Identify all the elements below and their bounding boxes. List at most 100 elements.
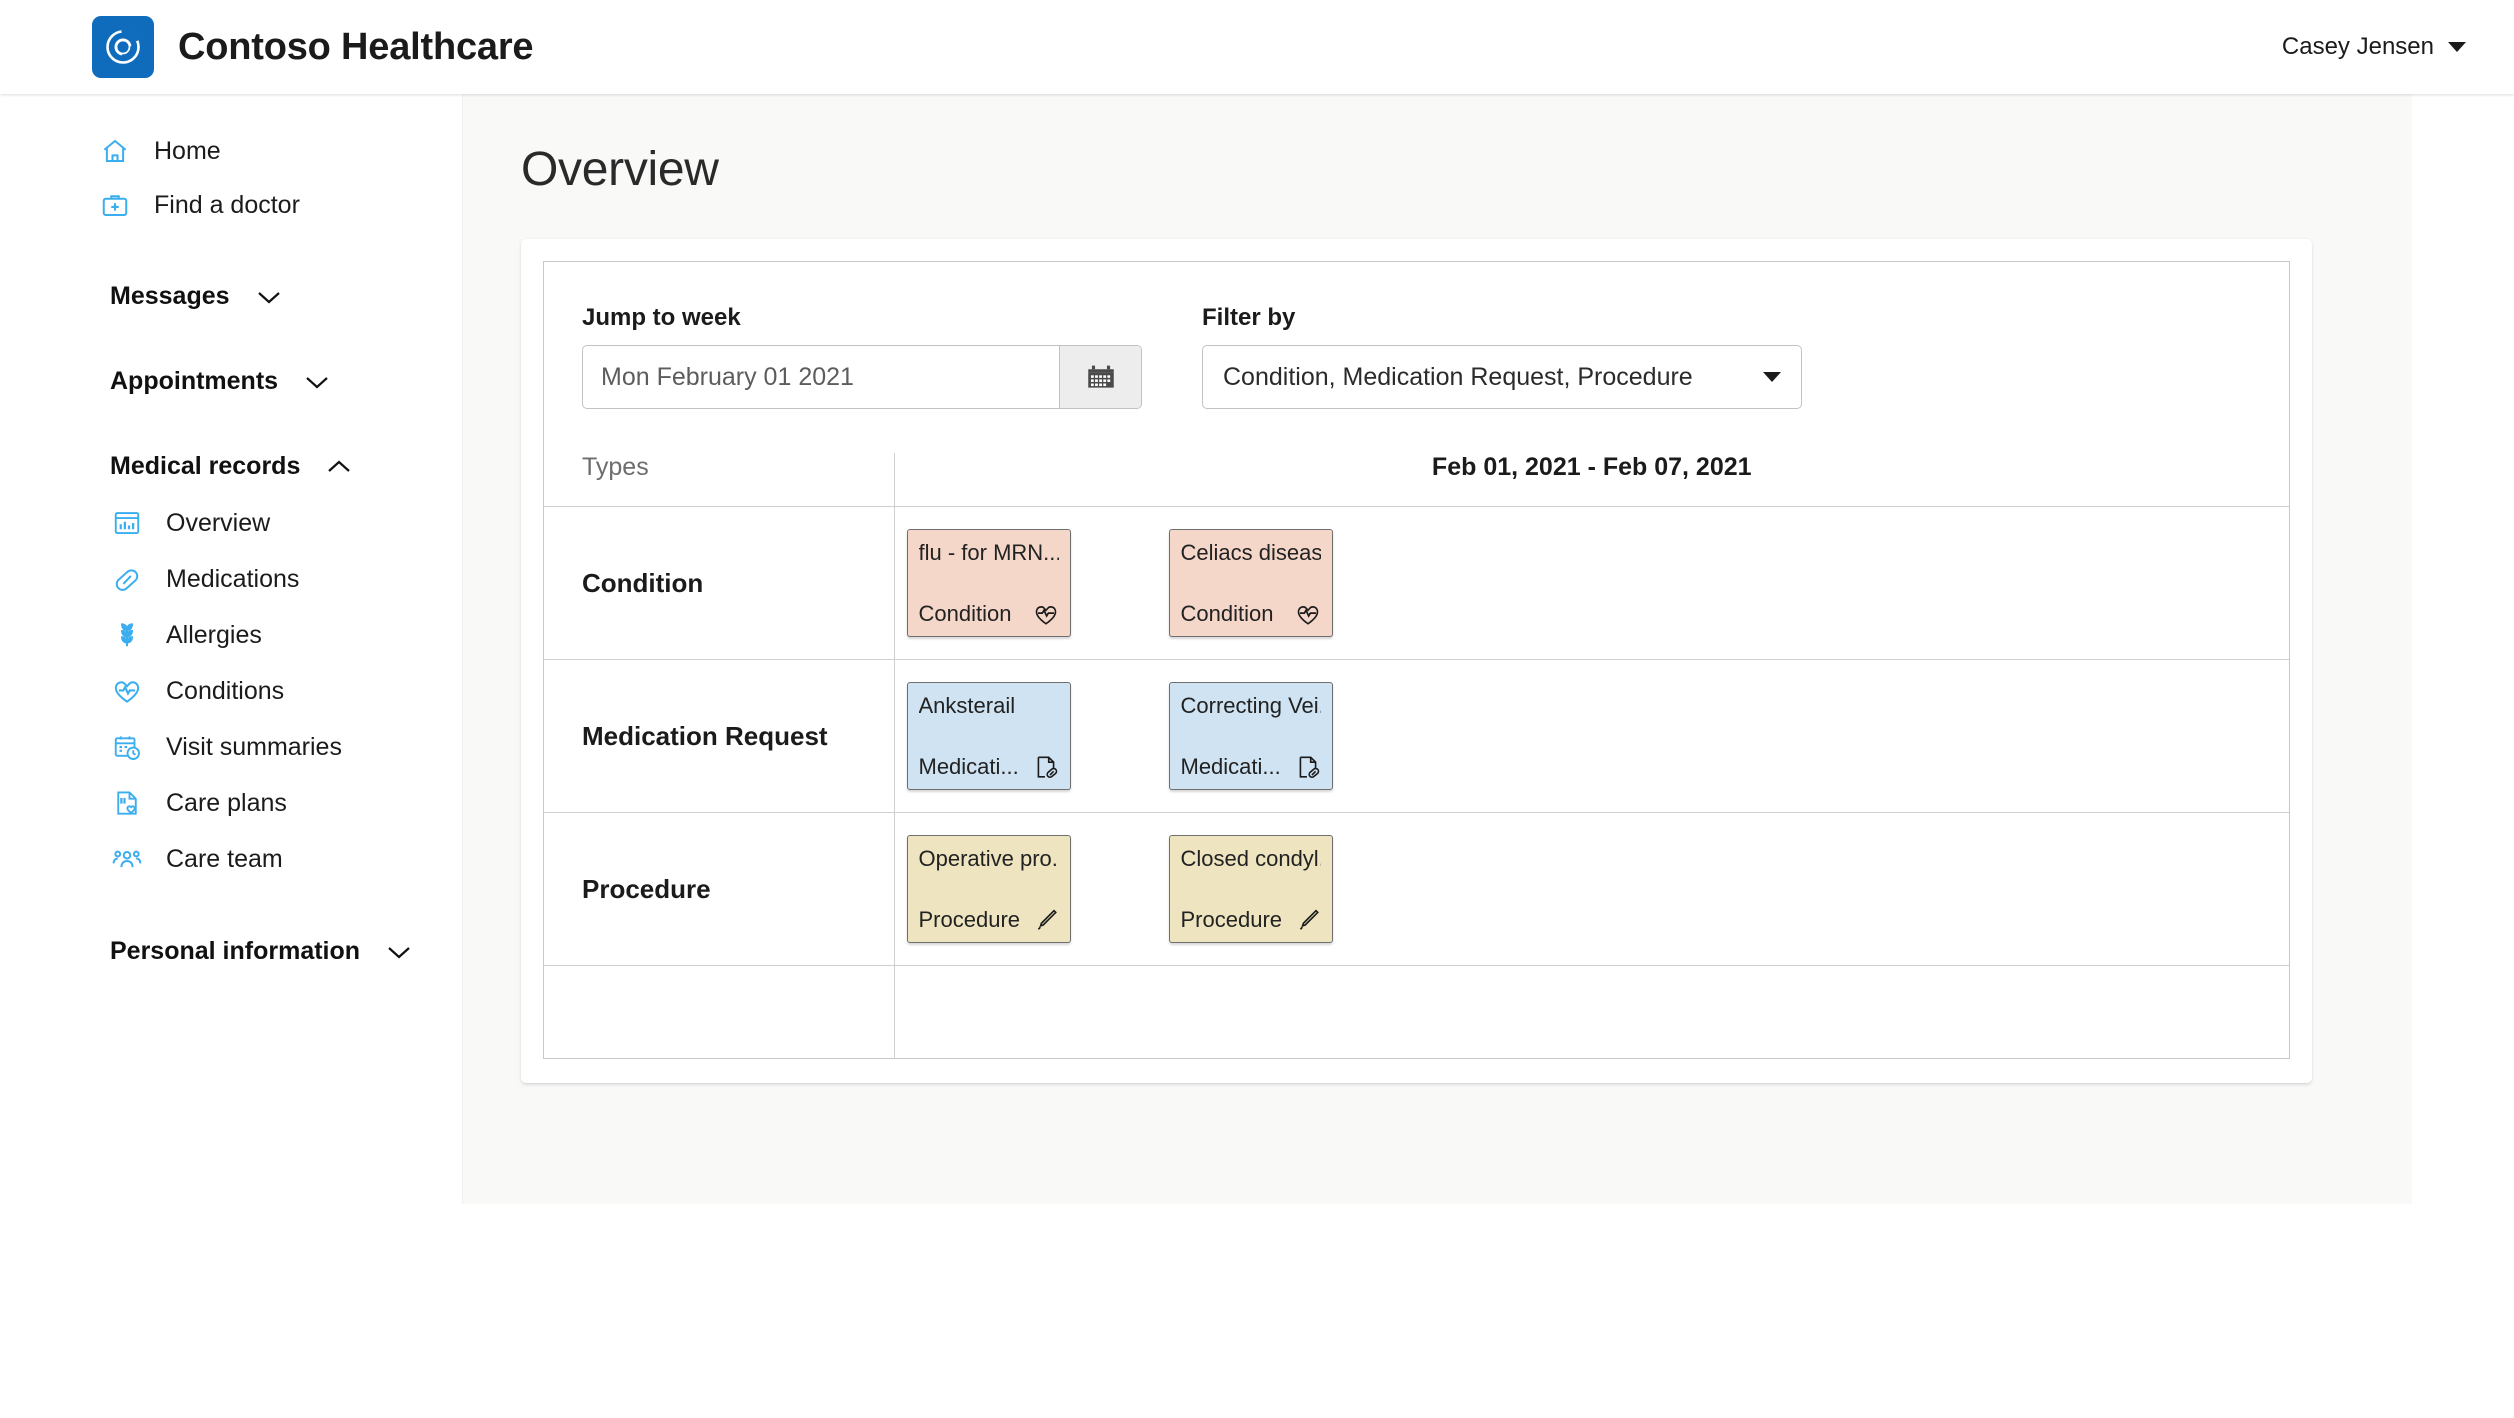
sidebar-section-personal-information[interactable]: Personal information (0, 923, 462, 980)
event-card[interactable]: Correcting Vei... Medicati... (1168, 682, 1333, 790)
filter-by-dropdown[interactable]: Condition, Medication Request, Procedure (1202, 345, 1802, 409)
sidebar-section-appointments[interactable]: Appointments (0, 353, 462, 410)
heart-pulse-icon (114, 681, 140, 703)
event-category: Condition (1180, 601, 1274, 626)
row-lane: flu - for MRN... Condition Celiacs disea… (893, 506, 2290, 660)
event-category: Condition (918, 601, 1012, 626)
event-title: Correcting Vei... (1180, 694, 1321, 718)
row-lane-inner: flu - for MRN... Condition Celiacs disea… (895, 507, 2290, 659)
document-pill-icon (1299, 756, 1319, 779)
chevron-down-icon (1763, 372, 1781, 382)
chevron-down-icon (306, 376, 328, 388)
row-lane-inner: Operative pro... Procedure Closed condyl… (895, 813, 2290, 965)
event-footer: Condition (919, 601, 1059, 627)
sidebar-item-find-a-doctor[interactable]: Find a doctor (0, 178, 462, 232)
sidebar-item-care-plans[interactable]: Care plans (0, 775, 462, 831)
page-title: Overview (521, 143, 719, 196)
heart-pulse-icon (1035, 606, 1056, 625)
sidebar-item-overview[interactable]: Overview (0, 495, 462, 551)
main-content: Overview Jump to week Mon February 01 20… (462, 94, 2412, 1204)
document-pill-icon (1037, 756, 1057, 779)
calendar-clock-icon (114, 736, 140, 760)
contoso-swirl-logo (92, 16, 154, 78)
event-category: Procedure (918, 907, 1021, 932)
row-lane: Anksterail Medicati... Correcting Vei Me… (893, 659, 2290, 813)
sidebar-section-label: Messages (110, 282, 230, 310)
people-team-icon (112, 850, 142, 868)
sidebar-item-label: Allergies (166, 620, 262, 649)
timeline-header-row: Types Feb 01, 2021 - Feb 07, 2021 (544, 453, 2289, 507)
scalpel-icon (1037, 909, 1057, 930)
user-name: Casey Jensen (2281, 33, 2434, 60)
sidebar-item-conditions[interactable]: Conditions (0, 663, 462, 719)
app-header: Contoso Healthcare Casey Jensen (0, 0, 2514, 94)
sidebar-item-label: Visit summaries (166, 732, 342, 761)
brand: Contoso Healthcare (92, 16, 534, 78)
table-row: Condition flu - for MRN... Condition Cel… (544, 506, 2290, 660)
row-type-label: Condition (544, 506, 894, 660)
chevron-down-icon (2448, 42, 2466, 52)
row-lane-inner: Anksterail Medicati... Correcting Vei Me… (895, 660, 2290, 812)
sidebar-item-label: Home (154, 136, 221, 165)
chart-report-icon (114, 512, 140, 534)
wheat-allergy-icon (120, 623, 134, 647)
sidebar-item-visit-summaries[interactable]: Visit summaries (0, 719, 462, 775)
sidebar-item-label: Conditions (166, 676, 285, 705)
sidebar-item-label: Care team (166, 844, 283, 873)
event-card[interactable]: Operative pro... Procedure (906, 835, 1071, 943)
event-footer: Medicati... (1181, 754, 1321, 780)
chevron-down-icon (388, 946, 410, 958)
calendar-picker-button[interactable] (1059, 346, 1141, 408)
medical-records-timeline: Types Feb 01, 2021 - Feb 07, 2021 Condit… (544, 453, 2289, 1058)
filter-by-label: Filter by (1202, 304, 1296, 331)
timeline-empty-row (544, 965, 2289, 1058)
event-title: Anksterail (918, 694, 1016, 718)
filter-by-group: Filter by Condition, Medication Request,… (1202, 304, 1802, 409)
sidebar-item-care-team[interactable]: Care team (0, 831, 462, 887)
row-lane: Operative pro... Procedure Closed condyl… (893, 812, 2290, 966)
document-heart-icon (117, 791, 137, 815)
empty-lane-cell (893, 965, 2289, 1058)
event-title: flu - for MRN... (918, 541, 1059, 565)
jump-to-week-group: Jump to week (582, 304, 1142, 409)
event-footer: Condition (1181, 601, 1321, 627)
sidebar-item-label: Care plans (166, 788, 287, 817)
overview-panel-inner: Jump to week Mon February 01 2021 Filter… (543, 261, 2290, 1059)
jump-to-week-input[interactable] (583, 346, 1059, 408)
calendar-icon (1087, 365, 1114, 388)
page-body: Home Find a doctor Messages Appointments… (0, 94, 2514, 1418)
home-icon (103, 139, 127, 162)
row-type-label: Medication Request (544, 659, 894, 813)
sidebar-section-label: Personal information (110, 937, 361, 965)
table-row: Medication Request Anksterail Medicati..… (544, 659, 2290, 813)
sidebar-item-allergies[interactable]: Allergies (0, 607, 462, 663)
sidebar-section-medical-records[interactable]: Medical records (0, 438, 462, 495)
jump-to-week-control (582, 345, 1142, 409)
sidebar-item-label: Medications (166, 564, 300, 593)
event-card[interactable]: Celiacs diseas... Condition (1168, 529, 1333, 637)
event-card[interactable]: flu - for MRN... Condition (906, 529, 1071, 637)
sidebar-item-home[interactable]: Home (0, 124, 462, 178)
sidebar-section-label: Medical records (110, 452, 301, 480)
event-footer: Procedure (1181, 907, 1321, 933)
table-row: Procedure Operative pro... Procedure Clo… (544, 812, 2290, 966)
timeline-date-range: Feb 01, 2021 - Feb 07, 2021 (893, 453, 2289, 507)
doctor-bag-icon (102, 195, 128, 216)
chevron-up-icon (328, 460, 351, 472)
event-category: Medicati... (918, 754, 1019, 779)
jump-to-week-label: Jump to week (582, 304, 741, 331)
filter-by-value: Condition, Medication Request, Procedure (1223, 362, 1693, 391)
event-title: Celiacs diseas... (1180, 541, 1321, 565)
row-type-label: Procedure (544, 812, 894, 966)
brand-title: Contoso Healthcare (178, 25, 534, 68)
event-card[interactable]: Closed condyl... Procedure (1168, 835, 1333, 943)
event-card[interactable]: Anksterail Medicati... (906, 682, 1071, 790)
user-menu[interactable]: Casey Jensen (2282, 33, 2466, 61)
timeline-types-header: Types (582, 453, 649, 481)
sidebar-section-messages[interactable]: Messages (0, 268, 462, 325)
sidebar-item-medications[interactable]: Medications (0, 551, 462, 607)
event-category: Medicati... (1180, 754, 1281, 779)
event-footer: Procedure (919, 907, 1059, 933)
event-title: Closed condyl... (1180, 847, 1321, 871)
heart-pulse-icon (1297, 606, 1318, 625)
